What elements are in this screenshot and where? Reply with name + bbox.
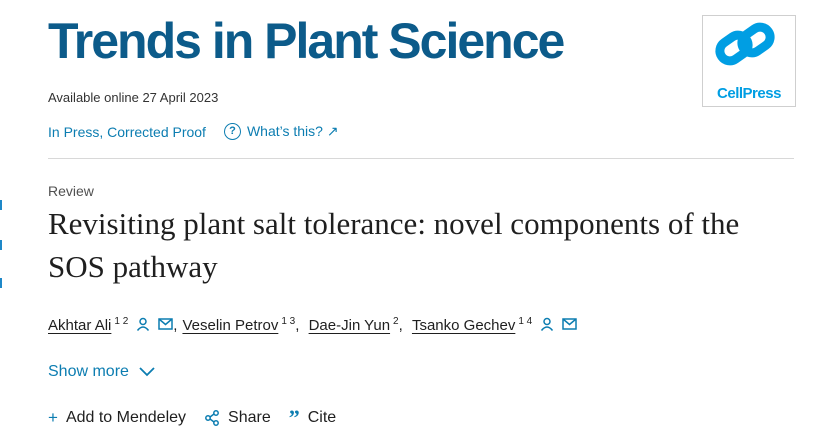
author-affiliation[interactable]: 1 3	[281, 316, 295, 327]
author-name[interactable]: Tsanko Gechev	[412, 317, 515, 334]
author-1[interactable]: Akhtar Ali 1 2	[48, 316, 128, 334]
left-edge-marker	[0, 240, 2, 250]
quote-icon: ”	[288, 405, 300, 430]
comma: ,	[173, 316, 178, 334]
author-name[interactable]: Akhtar Ali	[48, 317, 111, 334]
header-divider	[48, 158, 794, 159]
cite-label: Cite	[307, 409, 337, 426]
comma: ,	[398, 316, 407, 334]
author-name[interactable]: Dae-Jin Yun	[309, 317, 390, 334]
cellpress-logo[interactable]: CellPress	[702, 15, 796, 107]
plus-icon: +	[48, 408, 58, 427]
share-icon	[205, 410, 219, 426]
cite-button[interactable]: ” Cite	[288, 405, 337, 430]
comma: ,	[295, 316, 304, 334]
in-press-link[interactable]: In Press, Corrected Proof	[48, 124, 206, 140]
add-to-mendeley-button[interactable]: + Add to Mendeley	[48, 408, 186, 428]
mail-icon[interactable]	[562, 317, 577, 333]
cellpress-logo-text: CellPress	[717, 85, 781, 102]
article-type: Review	[48, 183, 94, 199]
mail-icon[interactable]	[158, 317, 174, 333]
author-3[interactable]: Dae-Jin Yun 2	[309, 316, 399, 334]
left-edge-marker	[0, 200, 2, 210]
question-icon[interactable]: ?	[223, 123, 241, 140]
article-title: Revisiting plant salt tolerance: novel c…	[48, 206, 740, 284]
author-4[interactable]: Tsanko Gechev 1 4	[412, 316, 532, 334]
author-affiliation[interactable]: 1 2	[114, 316, 128, 327]
chevron-down-icon	[139, 367, 155, 377]
person-icon[interactable]	[136, 317, 150, 334]
author-name[interactable]: Veselin Petrov	[182, 317, 278, 334]
share-button[interactable]: Share	[204, 409, 271, 427]
author-2[interactable]: Veselin Petrov 1 3	[182, 316, 295, 334]
add-to-mendeley-label: Add to Mendeley	[65, 409, 187, 426]
show-more-label: Show more	[48, 363, 129, 380]
article-actions: + Add to Mendeley Share ” Cite	[48, 405, 354, 430]
person-icon[interactable]	[540, 317, 554, 334]
available-online-date: Available online 27 April 2023	[48, 90, 219, 105]
status-row: In Press, Corrected Proof ? What’s this?…	[48, 123, 339, 140]
whats-this-link[interactable]: What’s this? ↗	[247, 123, 339, 140]
left-edge-marker	[0, 278, 2, 288]
show-more-button[interactable]: Show more	[48, 363, 155, 381]
author-list: Akhtar Ali 1 2 , Veselin Petrov 1 3 , Dae-…	[48, 316, 577, 334]
journal-title[interactable]: Trends in Plant Science	[48, 12, 565, 70]
cellpress-logo-mark	[715, 22, 775, 66]
author-affiliation[interactable]: 1 4	[518, 316, 532, 327]
share-label: Share	[228, 409, 271, 426]
